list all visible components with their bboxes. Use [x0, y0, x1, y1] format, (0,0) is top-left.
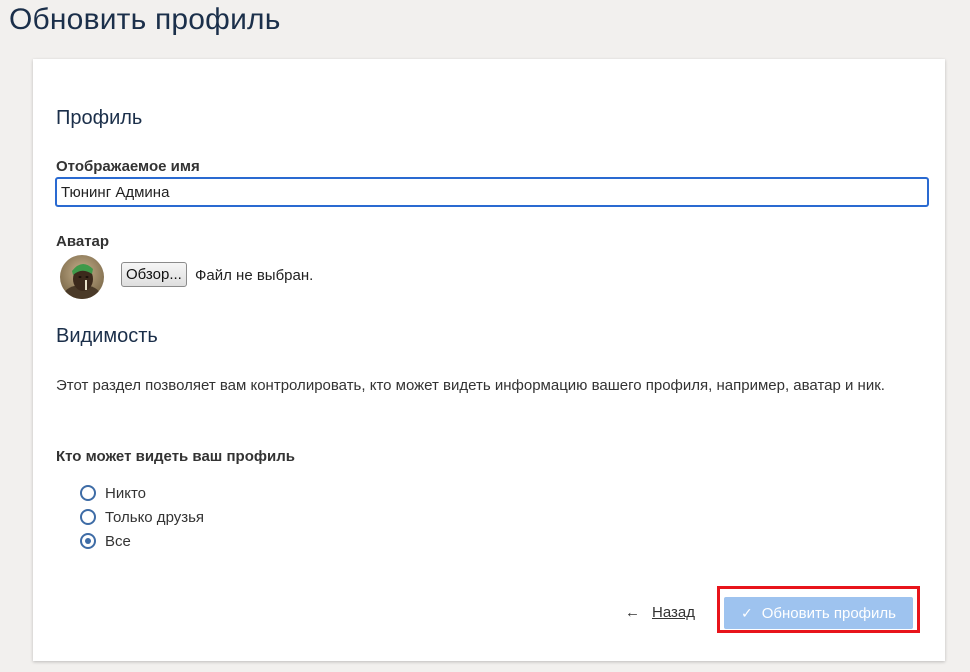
radio-button[interactable]: [80, 485, 96, 501]
visibility-section-heading: Видимость: [56, 325, 158, 347]
profile-section-heading: Профиль: [56, 107, 143, 129]
avatar-image: [60, 255, 104, 299]
radio-label: Никто: [105, 484, 146, 502]
check-icon: ✓: [741, 604, 753, 621]
radio-label: Только друзья: [105, 508, 205, 526]
update-profile-button-label: Обновить профиль: [761, 604, 896, 622]
page-title: Обновить профиль: [9, 3, 281, 36]
update-profile-button[interactable]: ✓ Обновить профиль: [724, 597, 913, 629]
profile-form-card: Профиль Отображаемое имя Аватар Обзор...…: [33, 59, 945, 661]
radio-option-friends[interactable]: Только друзья: [80, 506, 204, 528]
radio-button[interactable]: [80, 509, 96, 525]
display-name-label: Отображаемое имя: [56, 158, 200, 175]
radio-option-nobody[interactable]: Никто: [80, 482, 146, 504]
avatar-label: Аватар: [56, 233, 110, 250]
file-status-text: Файл не выбран.: [195, 267, 314, 284]
back-link-label[interactable]: Назад: [652, 604, 695, 621]
display-name-input[interactable]: [55, 177, 929, 207]
back-link[interactable]: ← Назад: [625, 604, 695, 621]
browse-file-button[interactable]: Обзор...: [121, 262, 187, 287]
radio-option-everyone[interactable]: Все: [80, 530, 131, 552]
visibility-question-label: Кто может видеть ваш профиль: [56, 448, 295, 465]
radio-button-checked[interactable]: [80, 533, 96, 549]
visibility-description: Этот раздел позволяет вам контролировать…: [56, 377, 885, 394]
radio-label: Все: [105, 532, 131, 550]
arrow-left-icon: ←: [625, 604, 640, 621]
